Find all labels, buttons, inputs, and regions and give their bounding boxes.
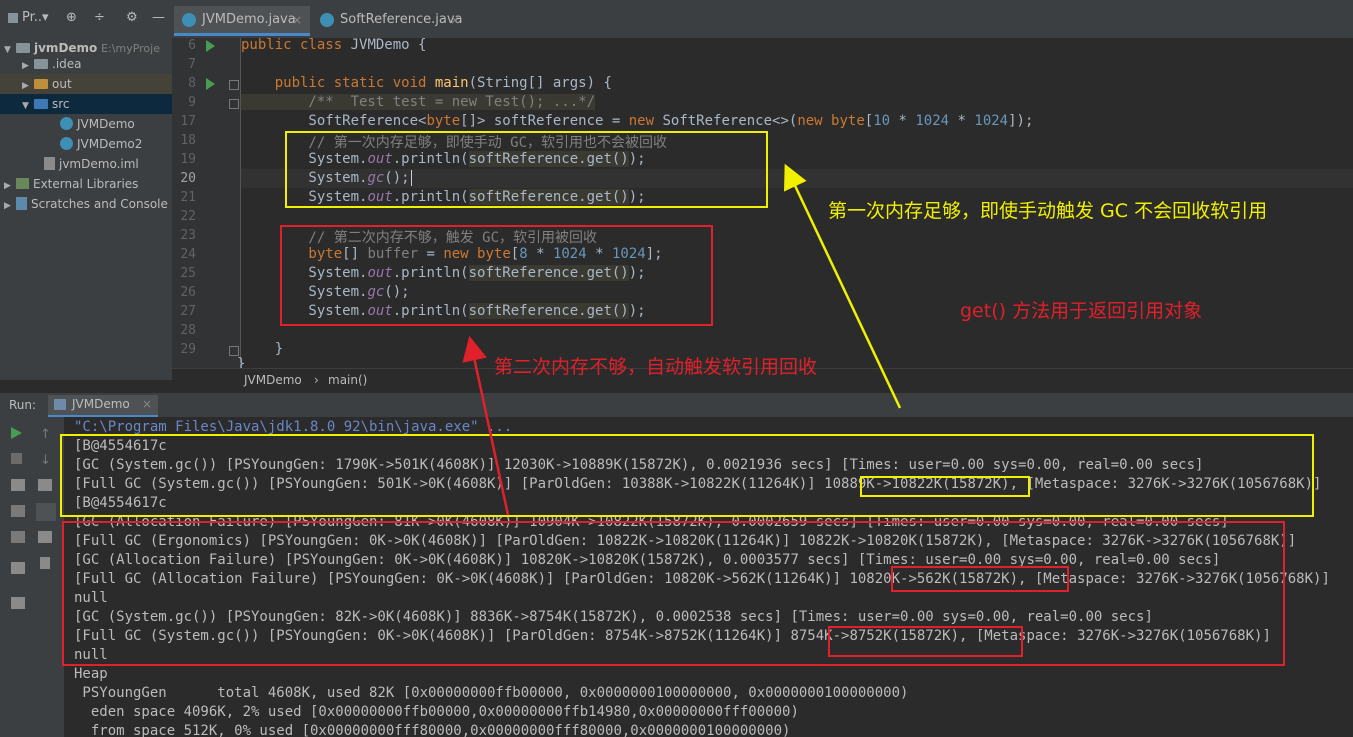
- annotation-second: 第二次内存不够，自动触发软引用回收: [494, 356, 818, 378]
- annotation-get: get() 方法用于返回引用对象: [960, 300, 1203, 322]
- annotation-first: 第一次内存足够，即使手动触发 GC 不会回收软引用: [828, 200, 1268, 222]
